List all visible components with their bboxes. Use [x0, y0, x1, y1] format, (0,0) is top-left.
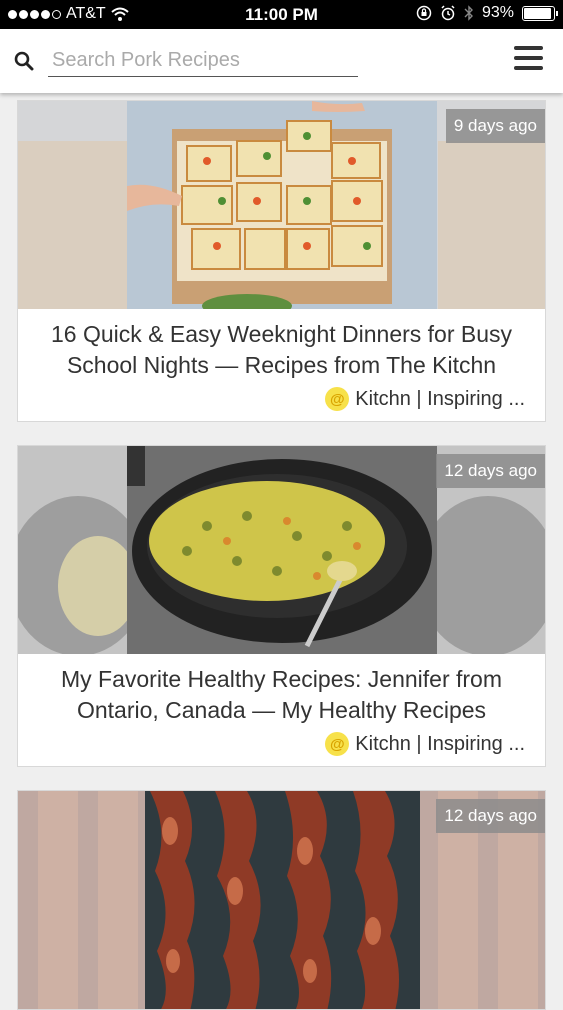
- battery-percent: 93%: [481, 4, 514, 21]
- recipe-card[interactable]: 12 days ago My Favorite Healthy Recipes:…: [17, 445, 546, 767]
- source-label: Kitchn | Inspiring ...: [355, 387, 525, 410]
- kitchn-logo-icon: @: [325, 732, 350, 756]
- battery-icon: [522, 5, 558, 21]
- hamburger-menu-icon[interactable]: [514, 46, 543, 70]
- time-badge: 12 days ago: [436, 454, 545, 488]
- source-label: Kitchn | Inspiring ...: [355, 732, 525, 755]
- search-input[interactable]: [48, 45, 358, 77]
- search-icon[interactable]: [14, 51, 34, 71]
- alarm-icon: [441, 5, 455, 21]
- recipe-source[interactable]: @ Kitchn | Inspiring ...: [18, 381, 545, 421]
- status-bar: AT&T 11:00 PM 93%: [0, 0, 563, 29]
- time-badge: 9 days ago: [445, 109, 545, 143]
- recipe-title[interactable]: My Favorite Healthy Recipes: Jennifer fr…: [18, 654, 545, 726]
- recipe-card[interactable]: 12 days ago: [17, 790, 546, 1010]
- time-badge: 12 days ago: [436, 799, 545, 833]
- recipe-card[interactable]: 9 days ago 16 Quick & Easy Weeknight Din…: [17, 100, 546, 422]
- recipe-image[interactable]: 9 days ago: [18, 101, 545, 309]
- search-bar: [0, 29, 563, 93]
- recipe-title[interactable]: 16 Quick & Easy Weeknight Dinners for Bu…: [18, 309, 545, 381]
- orientation-lock-icon: [416, 5, 432, 21]
- recipe-source[interactable]: @ Kitchn | Inspiring ...: [18, 726, 545, 766]
- status-right: 93%: [416, 4, 558, 22]
- bluetooth-icon: [464, 5, 473, 21]
- recipe-image[interactable]: 12 days ago: [18, 446, 545, 654]
- recipe-image[interactable]: 12 days ago: [18, 791, 545, 1009]
- kitchn-logo-icon: @: [325, 387, 350, 411]
